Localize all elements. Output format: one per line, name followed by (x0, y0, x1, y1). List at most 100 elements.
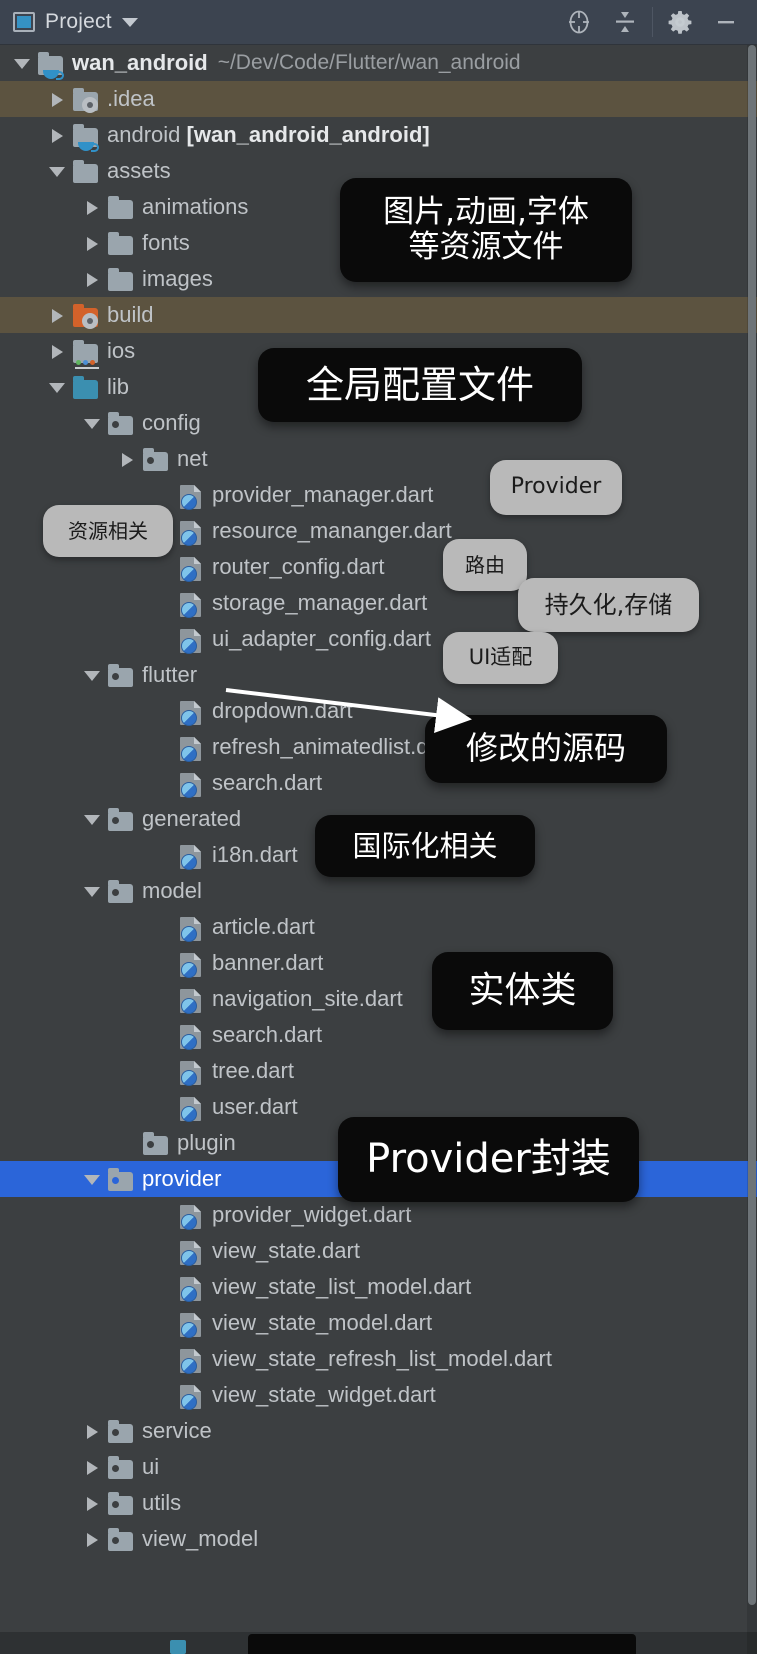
idea-fan-badge-icon (82, 313, 98, 329)
tree-row-label: view_state.dart (212, 1238, 360, 1263)
chevron-down-icon[interactable] (45, 153, 71, 189)
tree-row[interactable]: flutter (0, 657, 757, 693)
ios-badge-icon (75, 360, 99, 369)
minimize-button[interactable] (703, 0, 749, 45)
tree-row-label: navigation_site.dart (212, 986, 403, 1011)
dart-file-icon (180, 1313, 201, 1338)
tree-row[interactable]: tree.dart (0, 1053, 757, 1089)
tree-row[interactable]: view_state.dart (0, 1233, 757, 1269)
tree-row[interactable]: android [wan_android_android] (0, 117, 757, 153)
tree-row[interactable]: model (0, 873, 757, 909)
tree-row[interactable]: article.dart (0, 909, 757, 945)
dart-file-icon (180, 701, 201, 726)
dart-file-icon (176, 769, 206, 798)
chevron-right-icon[interactable] (80, 189, 106, 225)
tree-row[interactable]: ui (0, 1449, 757, 1485)
annotation-model-note: 实体类 (432, 952, 613, 1030)
chevron-down-icon[interactable] (121, 17, 138, 27)
dart-file-icon (176, 949, 206, 978)
tree-row-label: ios (107, 338, 136, 363)
annotation-text: 路由 (465, 552, 505, 577)
chevron-right-icon[interactable] (45, 81, 71, 117)
annotation-generated-note: 国际化相关 (315, 815, 535, 877)
twisty-spacer (150, 1377, 176, 1413)
chevron-right-icon[interactable] (115, 441, 141, 477)
tree-row-label: assets (107, 158, 171, 183)
chevron-right-icon[interactable] (45, 333, 71, 369)
tree-row[interactable]: provider_widget.dart (0, 1197, 757, 1233)
tree-row[interactable]: build (0, 297, 757, 333)
collapse-all-button[interactable] (602, 0, 648, 45)
chevron-down-icon[interactable] (45, 369, 71, 405)
folder-package-icon (106, 1525, 136, 1553)
twisty-spacer (150, 1305, 176, 1341)
chevron-right-icon[interactable] (80, 1521, 106, 1557)
dart-file-icon (176, 1345, 206, 1374)
tree-row-label: view_state_refresh_list_model.dart (212, 1346, 552, 1371)
dart-file-icon (176, 733, 206, 762)
tree-row[interactable]: banner.dart (0, 945, 757, 981)
tree-row[interactable]: navigation_site.dart (0, 981, 757, 1017)
tree-row[interactable]: utils (0, 1485, 757, 1521)
chevron-down-icon[interactable] (10, 45, 36, 81)
chevron-right-icon[interactable] (45, 117, 71, 153)
dart-file-icon (176, 517, 206, 546)
dart-file-icon (176, 985, 206, 1014)
tree-row[interactable]: view_state_widget.dart (0, 1377, 757, 1413)
folder-icon (108, 196, 133, 219)
twisty-spacer (150, 1089, 176, 1125)
toolbar-divider (652, 7, 653, 37)
chevron-right-icon[interactable] (45, 297, 71, 333)
chevron-down-icon[interactable] (80, 801, 106, 837)
twisty-spacer (150, 945, 176, 981)
tree-row[interactable]: service (0, 1413, 757, 1449)
twisty-spacer (150, 837, 176, 873)
project-tool-window: Project wan_android ~/Dev/Code/Flutter/w… (0, 0, 757, 1654)
tree-row-label: model (142, 878, 202, 903)
folder-icon (108, 1456, 133, 1479)
chevron-down-icon[interactable] (80, 657, 106, 693)
chevron-down-icon[interactable] (80, 1161, 106, 1197)
twisty-spacer (150, 1197, 176, 1233)
java-module-badge-icon (78, 142, 99, 152)
tree-row-label: android [wan_android_android] (107, 122, 430, 147)
tree-row-label: dropdown.dart (212, 698, 353, 723)
settings-button[interactable] (657, 0, 703, 45)
folder-package-icon (106, 661, 136, 689)
folder-package-icon (106, 1453, 136, 1481)
tree-row[interactable]: search.dart (0, 1017, 757, 1053)
folder-package-icon (106, 877, 136, 905)
folder-module-java-icon (71, 121, 101, 152)
tree-row-label: i18n.dart (212, 842, 298, 867)
folder-package-icon (106, 1417, 136, 1445)
tree-row-label: search.dart (212, 1022, 323, 1047)
chevron-right-icon[interactable] (80, 1485, 106, 1521)
chevron-down-icon[interactable] (80, 873, 106, 909)
dart-file-icon (180, 1205, 201, 1230)
tree-row[interactable]: .idea (0, 81, 757, 117)
tree-row[interactable]: net (0, 441, 757, 477)
twisty-spacer (150, 1269, 176, 1305)
annotation-text: Provider封装 (366, 1136, 611, 1183)
tree-row[interactable]: wan_android ~/Dev/Code/Flutter/wan_androi… (0, 45, 757, 81)
chevron-right-icon[interactable] (80, 1413, 106, 1449)
dart-file-icon (180, 953, 201, 978)
dart-file-icon (180, 1241, 201, 1266)
scrollbar-thumb[interactable] (748, 45, 756, 1605)
tree-row[interactable]: view_state_model.dart (0, 1305, 757, 1341)
tree-row[interactable]: view_state_list_model.dart (0, 1269, 757, 1305)
tree-row-label: router_config.dart (212, 554, 385, 579)
vertical-scrollbar[interactable] (747, 45, 757, 1654)
dart-file-icon (176, 1057, 206, 1086)
folder-icon (108, 1420, 133, 1443)
chevron-right-icon[interactable] (80, 225, 106, 261)
tree-row[interactable]: view_state_refresh_list_model.dart (0, 1341, 757, 1377)
chevron-down-icon[interactable] (80, 405, 106, 441)
tree-row-label: view_state_model.dart (212, 1310, 433, 1335)
dart-file-icon (180, 485, 201, 510)
chevron-right-icon[interactable] (80, 261, 106, 297)
annotation-router-note: 路由 (443, 539, 527, 591)
chevron-right-icon[interactable] (80, 1449, 106, 1485)
locate-target-button[interactable] (556, 0, 602, 45)
tree-row[interactable]: view_model (0, 1521, 757, 1557)
